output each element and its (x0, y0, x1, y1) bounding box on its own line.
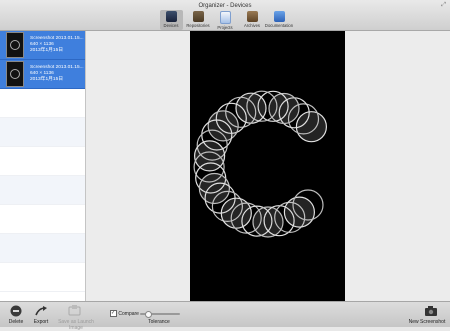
camera-icon[interactable] (424, 305, 438, 317)
tab-label: Repositories (186, 23, 210, 28)
ring-circle (207, 110, 239, 142)
tab-archives[interactable]: Archives (241, 10, 264, 30)
tab-documentation[interactable]: Documentation (264, 10, 294, 30)
repositories-icon (192, 11, 204, 22)
documentation-icon (273, 11, 285, 22)
empty-row (0, 89, 85, 118)
export-icon[interactable] (34, 305, 48, 317)
projects-icon (219, 11, 231, 24)
tab-devices[interactable]: Devices (159, 10, 183, 30)
tab-label: Projects (217, 25, 233, 30)
empty-row (0, 263, 85, 292)
screenshot-date: 2013年1月15日 (30, 77, 64, 82)
compare-label: Compare (118, 310, 139, 317)
checkbox-checked-icon[interactable]: ✓ (110, 310, 117, 317)
screenshot-preview (190, 31, 345, 301)
empty-row (0, 147, 85, 176)
screenshot-date: 2013年1月15日 (30, 48, 64, 53)
tolerance-slider[interactable] (140, 311, 180, 318)
screenshot-thumbnail (6, 32, 24, 58)
ring-circle (283, 196, 316, 228)
delete-icon[interactable] (10, 305, 22, 317)
tab-projects[interactable]: Projects (214, 10, 237, 30)
empty-row (0, 234, 85, 263)
tolerance-slider-knob[interactable] (145, 311, 152, 318)
delete-button[interactable]: Delete (6, 319, 26, 325)
empty-row (0, 205, 85, 234)
tab-label: Archives (243, 23, 261, 28)
window-title: Organizer - Devices (198, 3, 252, 9)
screenshot-preview-area (86, 31, 450, 301)
compare-toggle[interactable]: ✓ Compare (110, 310, 139, 317)
empty-row (0, 118, 85, 147)
save-as-launch-image-button: Save as Launch Image (58, 319, 94, 331)
organizer-toolbar: Devices Repositories Projects Archives D… (0, 10, 450, 30)
screenshot-list-item[interactable]: Screenshot 2013.01.15... 640 × 1136 2013… (0, 31, 85, 60)
ring-circle (268, 92, 300, 125)
fullscreen-icon[interactable]: ⤢ (441, 2, 446, 9)
launch-image-icon (68, 305, 81, 316)
tab-repositories[interactable]: Repositories (186, 10, 210, 30)
tab-label: Documentation (264, 23, 294, 28)
screenshot-list-item[interactable]: Screenshot 2013.01.15... 640 × 1136 2013… (0, 60, 85, 89)
bottom-toolbar: Delete Export Save as Launch Image ✓ Com… (0, 301, 450, 331)
export-button[interactable]: Export (30, 319, 52, 325)
archives-icon (246, 11, 258, 22)
window-titlebar: Organizer - Devices ⤢ Devices Repositori… (0, 0, 450, 31)
loading-spinner-image (193, 90, 328, 238)
tab-label: Devices (163, 23, 179, 28)
screenshot-list: Screenshot 2013.01.15... 640 × 1136 2013… (0, 31, 86, 301)
new-screenshot-button[interactable]: New Screenshot (404, 319, 450, 325)
devices-icon (165, 11, 177, 22)
screenshot-thumbnail (6, 61, 24, 87)
tolerance-label: Tolerance (148, 319, 170, 325)
empty-row (0, 176, 85, 205)
